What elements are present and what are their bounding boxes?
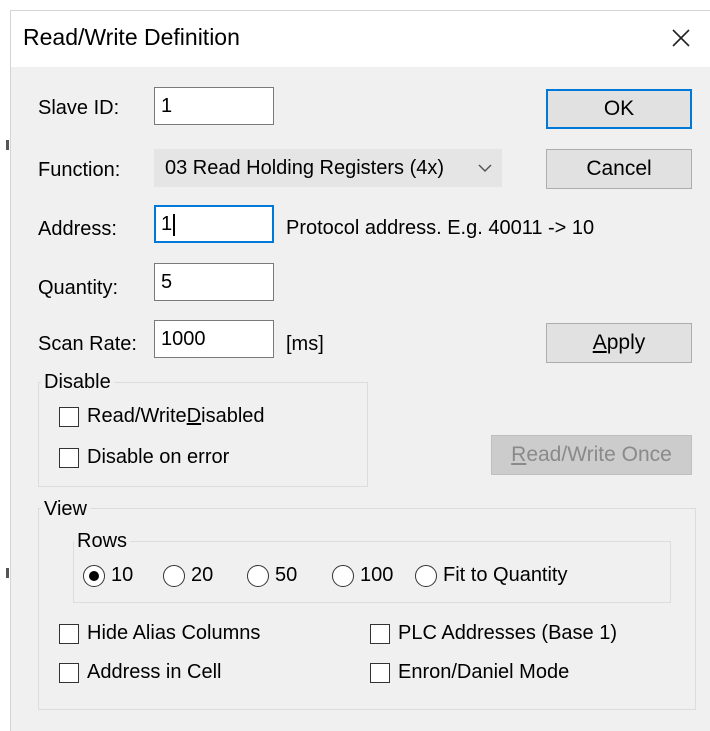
window-edge-mark	[6, 568, 9, 578]
scan-rate-unit: [ms]	[286, 333, 324, 355]
disable-group	[38, 382, 368, 487]
cancel-button[interactable]: Cancel	[546, 149, 692, 189]
address-in-cell-label: Address in Cell	[87, 661, 222, 683]
checkbox-box	[370, 662, 390, 683]
function-label: Function:	[38, 159, 121, 181]
rows-option-label: 50	[275, 564, 298, 586]
view-group-title: View	[41, 498, 90, 521]
apply-button[interactable]: Apply	[546, 323, 692, 363]
title-bar: Read/Write Definition	[11, 11, 710, 67]
radio-selected-indicator	[83, 564, 105, 587]
hide-alias-columns-label: Hide Alias Columns	[87, 622, 261, 644]
scan-rate-label: Scan Rate:	[38, 333, 137, 355]
quantity-label: Quantity:	[38, 277, 119, 299]
rows-group-title: Rows	[74, 530, 131, 553]
address-hint: Protocol address. E.g. 40011 -> 10	[286, 217, 595, 239]
close-icon	[672, 29, 690, 47]
rows-radio-50[interactable]: 50	[247, 564, 297, 587]
enron-daniel-mode-label: Enron/Daniel Mode	[398, 661, 570, 683]
read-write-once-button[interactable]: Read/Write Once	[491, 435, 692, 475]
rows-radio-100[interactable]: 100	[332, 564, 393, 587]
read-write-disabled-prefix: Read/Write	[87, 405, 187, 427]
text-caret	[173, 213, 176, 236]
read-write-once-label: ead/Write Once	[526, 443, 672, 466]
slave-id-input[interactable]: 1	[154, 87, 274, 125]
radio-indicator	[415, 564, 437, 587]
read-write-disabled-rest: isabled	[201, 405, 265, 427]
rows-radio-20[interactable]: 20	[163, 564, 213, 587]
window-title: Read/Write Definition	[23, 24, 240, 50]
checkbox-box	[370, 623, 390, 644]
rows-option-label: 10	[111, 564, 134, 586]
function-select[interactable]: 03 Read Holding Registers (4x)	[154, 149, 502, 187]
rows-option-label: 20	[191, 564, 214, 586]
rows-radio-10[interactable]: 10	[83, 564, 133, 587]
checkbox-box	[59, 406, 79, 427]
quantity-input[interactable]: 5	[154, 263, 274, 301]
function-select-value: 03 Read Holding Registers (4x)	[165, 157, 445, 179]
address-value: 1	[161, 213, 173, 235]
radio-indicator	[247, 564, 269, 587]
address-label: Address:	[38, 218, 117, 240]
read-write-disabled-mnemonic: D	[186, 405, 202, 427]
slave-id-label: Slave ID:	[38, 97, 120, 119]
apply-label: pply	[606, 331, 646, 354]
checkbox-box	[59, 623, 79, 644]
checkbox-box	[59, 662, 79, 683]
radio-indicator	[332, 564, 354, 587]
rows-option-label: 100	[360, 564, 394, 586]
checkbox-box	[59, 447, 79, 468]
chevron-down-icon	[478, 164, 492, 173]
ok-button[interactable]: OK	[546, 89, 692, 129]
rows-radio-fit-to-quantity[interactable]: Fit to Quantity	[415, 564, 568, 587]
rows-option-label: Fit to Quantity	[443, 564, 568, 586]
plc-addresses-label: PLC Addresses (Base 1)	[398, 622, 617, 644]
plc-addresses-checkbox[interactable]: PLC Addresses (Base 1)	[370, 622, 617, 645]
scan-rate-input[interactable]: 1000	[154, 320, 274, 358]
hide-alias-columns-checkbox[interactable]: Hide Alias Columns	[59, 622, 260, 645]
address-input[interactable]: 1	[154, 205, 274, 243]
read-write-definition-dialog: Read/Write Definition Slave ID: 1 Functi…	[10, 10, 710, 731]
read-write-once-mnemonic: R	[511, 443, 527, 466]
disable-on-error-checkbox[interactable]: Disable on error	[59, 446, 229, 469]
disable-on-error-label: Disable on error	[87, 446, 230, 468]
disable-group-title: Disable	[41, 371, 114, 394]
read-write-disabled-checkbox[interactable]: Read/Write Disabled	[59, 405, 265, 428]
radio-indicator	[163, 564, 185, 587]
apply-mnemonic: A	[592, 331, 607, 354]
address-in-cell-checkbox[interactable]: Address in Cell	[59, 661, 222, 684]
close-button[interactable]	[666, 23, 696, 53]
window-edge-mark	[6, 140, 9, 150]
enron-daniel-mode-checkbox[interactable]: Enron/Daniel Mode	[370, 661, 569, 684]
